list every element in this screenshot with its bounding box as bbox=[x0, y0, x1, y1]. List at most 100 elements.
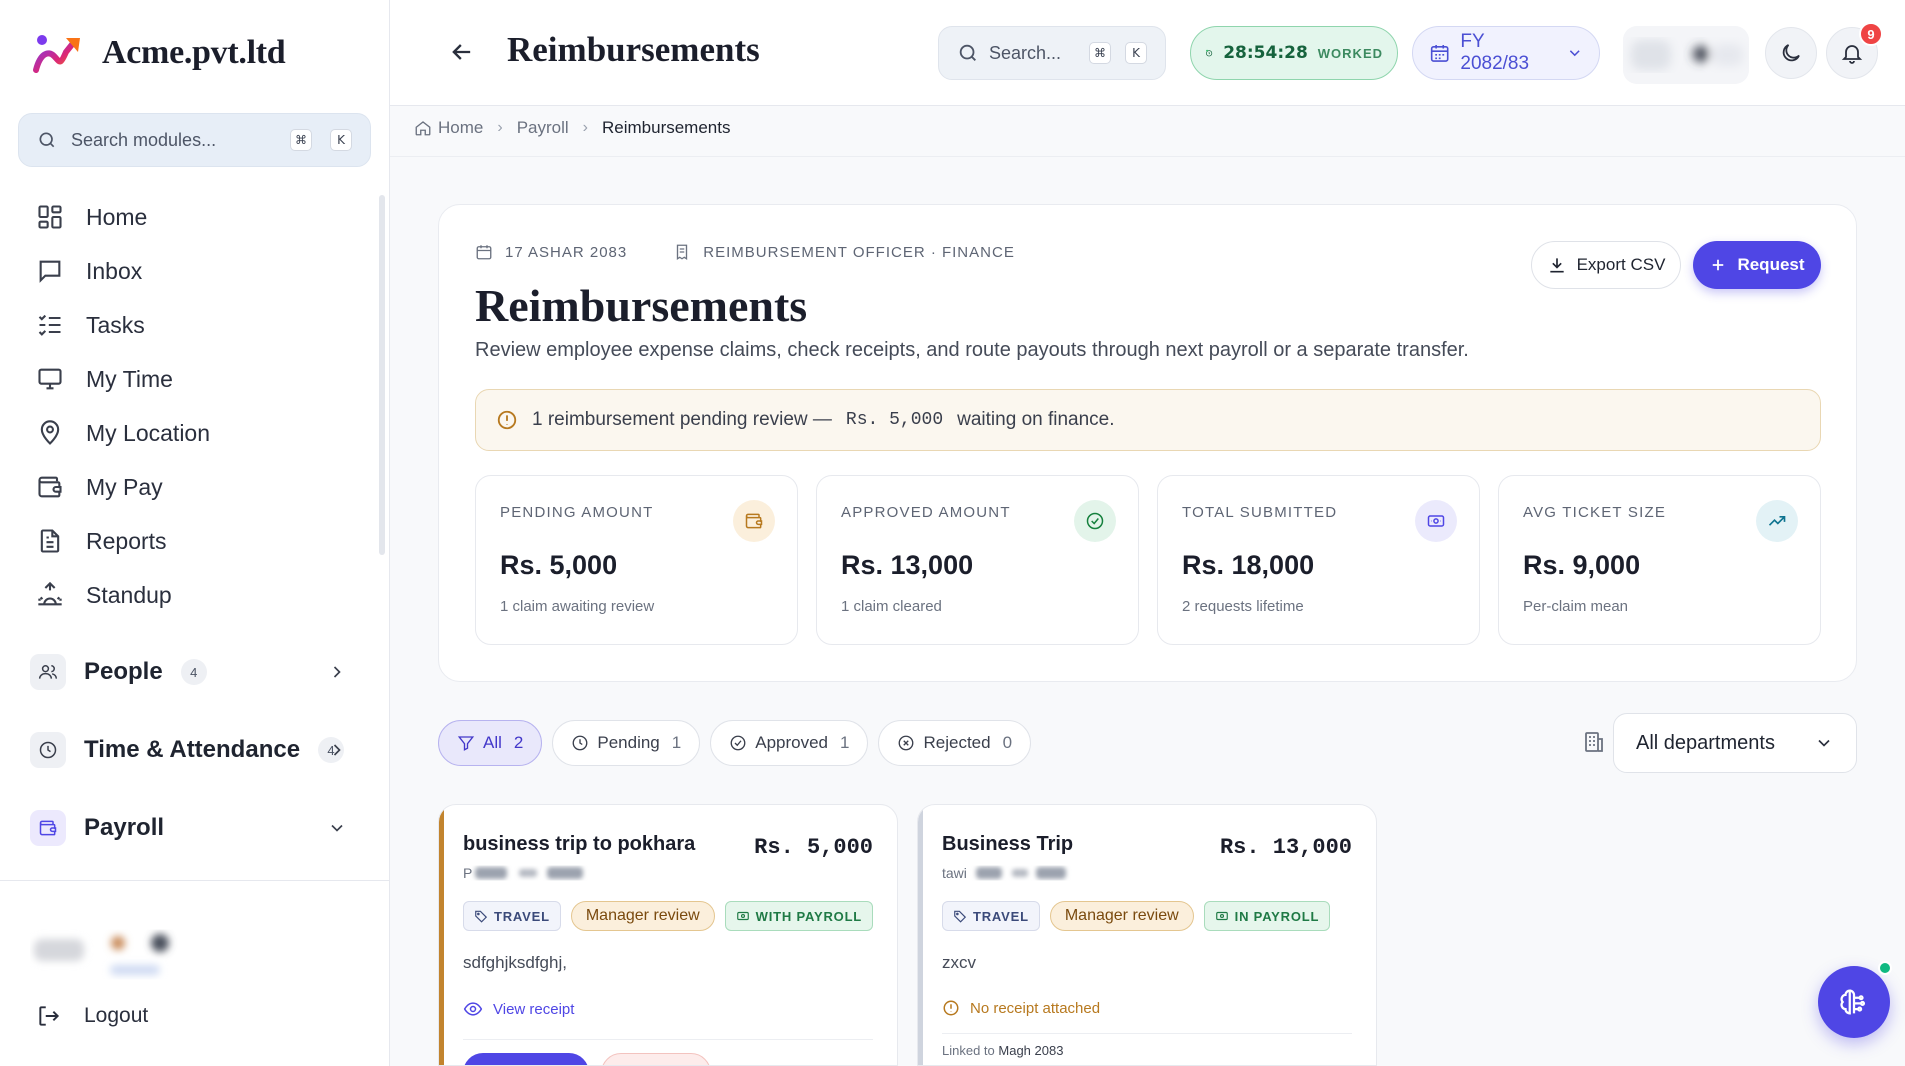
filter-label: All bbox=[483, 733, 502, 752]
sidebar-scrollbar[interactable] bbox=[379, 195, 385, 555]
claim-note: sdfghjksdfghj, bbox=[463, 953, 567, 972]
worked-label: WORKED bbox=[1317, 45, 1383, 61]
claim-note: zxcv bbox=[942, 953, 976, 972]
breadcrumb-separator-icon: › bbox=[497, 119, 503, 136]
category-tag: TRAVEL bbox=[942, 901, 1040, 931]
global-search-placeholder: Search... bbox=[989, 42, 1062, 63]
filter-pending[interactable]: Pending 1 bbox=[552, 720, 701, 766]
alert-suffix: waiting on finance. bbox=[957, 409, 1115, 430]
moon-icon bbox=[1782, 44, 1800, 62]
sidebar-item-label: Standup bbox=[86, 581, 172, 608]
sidebar-item-my-time[interactable]: My Time bbox=[0, 352, 380, 406]
sidebar-item-my-location[interactable]: My Location bbox=[0, 406, 380, 460]
status-filter-tabs: All 2 Pending 1 Approved 1 Rejected 0 bbox=[438, 720, 1032, 766]
shortcut-k-key: K bbox=[330, 129, 352, 151]
user-menu-avatar[interactable] bbox=[1623, 26, 1749, 84]
claim-amount: Rs. 5,000 bbox=[754, 835, 873, 860]
search-icon bbox=[959, 44, 976, 61]
sidebar-item-home[interactable]: Home bbox=[0, 190, 380, 244]
worked-timer[interactable]: 28:54:28 WORKED bbox=[1190, 26, 1398, 80]
sidebar-group-payroll[interactable]: Payroll bbox=[30, 802, 355, 854]
calendar-icon bbox=[1430, 44, 1449, 62]
filter-label: Approved bbox=[755, 733, 829, 752]
sidebar-group-label: Payroll bbox=[84, 814, 165, 841]
sidebar-item-tasks[interactable]: Tasks bbox=[0, 298, 380, 352]
chevron-down-icon bbox=[1569, 50, 1580, 57]
breadcrumb-home[interactable]: Home bbox=[414, 118, 483, 138]
export-csv-label: Export CSV bbox=[1576, 255, 1666, 274]
theme-toggle-button[interactable] bbox=[1765, 27, 1817, 79]
sidebar-item-standup[interactable]: Standup bbox=[0, 568, 380, 622]
sidebar-item-label: Home bbox=[86, 203, 148, 230]
warning-circle-icon bbox=[497, 410, 517, 430]
employee-name-redacted: P bbox=[463, 865, 583, 881]
payout-tag: IN PAYROLL bbox=[1203, 901, 1331, 931]
request-button[interactable]: Request bbox=[1693, 241, 1821, 289]
logout-button[interactable]: Logout bbox=[36, 1003, 148, 1029]
warning-circle-icon bbox=[943, 1000, 959, 1016]
request-label: Request bbox=[1737, 255, 1805, 274]
card-role: REIMBURSEMENT OFFICER · FINANCE bbox=[703, 243, 1015, 261]
view-receipt-link[interactable]: View receipt bbox=[463, 999, 574, 1019]
sidebar-item-label: Reports bbox=[86, 527, 167, 554]
notifications-button[interactable]: 9 bbox=[1826, 22, 1883, 79]
calendar-icon bbox=[476, 245, 492, 260]
back-arrow-icon[interactable] bbox=[448, 38, 476, 66]
fiscal-year-select[interactable]: FY 2082/83 bbox=[1412, 26, 1600, 80]
banknote-icon bbox=[736, 911, 749, 921]
linked-period-value: Magh 2083 bbox=[998, 1043, 1064, 1058]
filter-icon bbox=[457, 736, 475, 751]
claim-card[interactable]: business trip to pokhara Rs. 5,000 P TRA… bbox=[438, 804, 898, 1066]
ai-assistant-button[interactable] bbox=[1818, 966, 1890, 1038]
stat-value: Rs. 18,000 bbox=[1182, 550, 1315, 580]
export-csv-button[interactable]: Export CSV bbox=[1531, 241, 1681, 289]
sidebar-item-inbox[interactable]: Inbox bbox=[0, 244, 380, 298]
sidebar-search-input[interactable]: Search modules... ⌘ K bbox=[18, 113, 371, 167]
brand-logo-icon bbox=[33, 35, 80, 73]
stat-label: PENDING AMOUNT bbox=[500, 504, 654, 521]
approve-button[interactable] bbox=[463, 1053, 589, 1065]
employee-name-redacted: tawi bbox=[942, 865, 1066, 881]
top-header: Reimbursements Search... ⌘ K 28:54:28 WO… bbox=[390, 0, 1905, 106]
filter-approved[interactable]: Approved 1 bbox=[710, 720, 869, 766]
logout-label: Logout bbox=[84, 1004, 149, 1027]
document-icon bbox=[40, 529, 60, 553]
filter-count: 1 bbox=[671, 733, 682, 752]
stats-row: PENDING AMOUNT Rs. 5,000 1 claim awaitin… bbox=[475, 475, 1821, 645]
claim-card[interactable]: Business Trip Rs. 13,000 tawi TRAVEL Man… bbox=[917, 804, 1377, 1066]
status-badge: Manager review bbox=[1049, 901, 1194, 931]
sidebar-item-label: My Location bbox=[86, 419, 211, 446]
sidebar-search-placeholder: Search modules... bbox=[71, 129, 217, 150]
svg-text:P: P bbox=[463, 865, 472, 881]
global-search-input[interactable]: Search... ⌘ K bbox=[938, 26, 1166, 80]
check-circle-icon bbox=[1074, 500, 1116, 542]
wallet-icon bbox=[733, 500, 775, 542]
sidebar-group-people[interactable]: People 4 bbox=[30, 646, 355, 698]
receipt-icon bbox=[677, 244, 688, 261]
eye-icon bbox=[463, 1002, 483, 1016]
stat-value: Rs. 9,000 bbox=[1523, 550, 1641, 580]
status-accent-bar bbox=[918, 805, 923, 1065]
stat-subtext: 1 claim cleared bbox=[841, 598, 942, 615]
filter-all[interactable]: All 2 bbox=[438, 720, 543, 766]
brand[interactable]: Acme.pvt.ltd bbox=[30, 30, 286, 76]
alert-amount: Rs. 5,000 bbox=[845, 410, 944, 430]
clock-icon bbox=[572, 735, 588, 751]
filter-rejected[interactable]: Rejected 0 bbox=[878, 720, 1032, 766]
sunrise-icon bbox=[38, 581, 62, 606]
reject-button[interactable] bbox=[601, 1053, 711, 1065]
banknote-icon bbox=[1415, 500, 1457, 542]
timer-icon bbox=[1206, 49, 1213, 57]
pending-review-alert: 1 reimbursement pending review — Rs. 5,0… bbox=[475, 389, 1821, 451]
sidebar-item-label: Tasks bbox=[86, 311, 145, 338]
sidebar-item-reports[interactable]: Reports bbox=[0, 514, 380, 568]
department-select[interactable]: All departments bbox=[1613, 713, 1857, 773]
stat-avg-ticket-size: AVG TICKET SIZE Rs. 9,000 Per-claim mean bbox=[1498, 475, 1821, 645]
checklist-icon bbox=[38, 314, 61, 336]
wallet-icon bbox=[30, 810, 66, 846]
sidebar-item-my-pay[interactable]: My Pay bbox=[0, 460, 380, 514]
user-profile-avatar[interactable] bbox=[30, 925, 190, 981]
sidebar-item-label: Inbox bbox=[86, 257, 143, 284]
sidebar-group-time-attendance[interactable]: Time & Attendance 4 bbox=[30, 724, 355, 776]
breadcrumb-parent[interactable]: Payroll bbox=[517, 118, 569, 138]
